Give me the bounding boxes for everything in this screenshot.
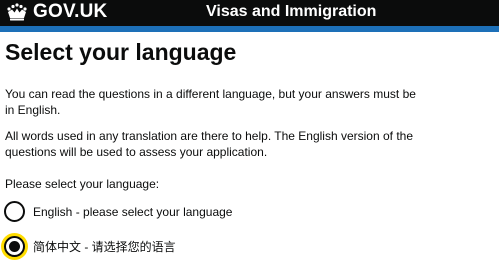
site-header: GOV.UK Visas and Immigration — [0, 0, 499, 26]
intro-paragraph: You can read the questions in a differen… — [5, 87, 416, 117]
radio-button-simplified-chinese[interactable] — [4, 236, 25, 257]
translation-note-paragraph: All words used in any translation are th… — [5, 129, 414, 159]
service-name-link[interactable]: Visas and Immigration — [206, 1, 376, 23]
radio-label-english[interactable]: English - please select your language — [33, 204, 232, 220]
header-accent-bar — [0, 26, 499, 32]
language-question-legend: Please select your language: — [5, 177, 160, 191]
language-option-english[interactable]: English - please select your language — [4, 201, 232, 222]
logo-text: GOV.UK — [33, 1, 108, 22]
page-title: Select your language — [5, 39, 237, 65]
radio-selected-dot — [9, 241, 20, 252]
radio-button-english[interactable] — [4, 201, 25, 222]
language-option-simplified-chinese[interactable]: 简体中文 - 请选择您的语言 — [4, 236, 176, 257]
radio-label-simplified-chinese[interactable]: 简体中文 - 请选择您的语言 — [33, 239, 176, 255]
govuk-logo-link[interactable]: GOV.UK — [6, 1, 107, 23]
crown-icon — [7, 3, 27, 21]
